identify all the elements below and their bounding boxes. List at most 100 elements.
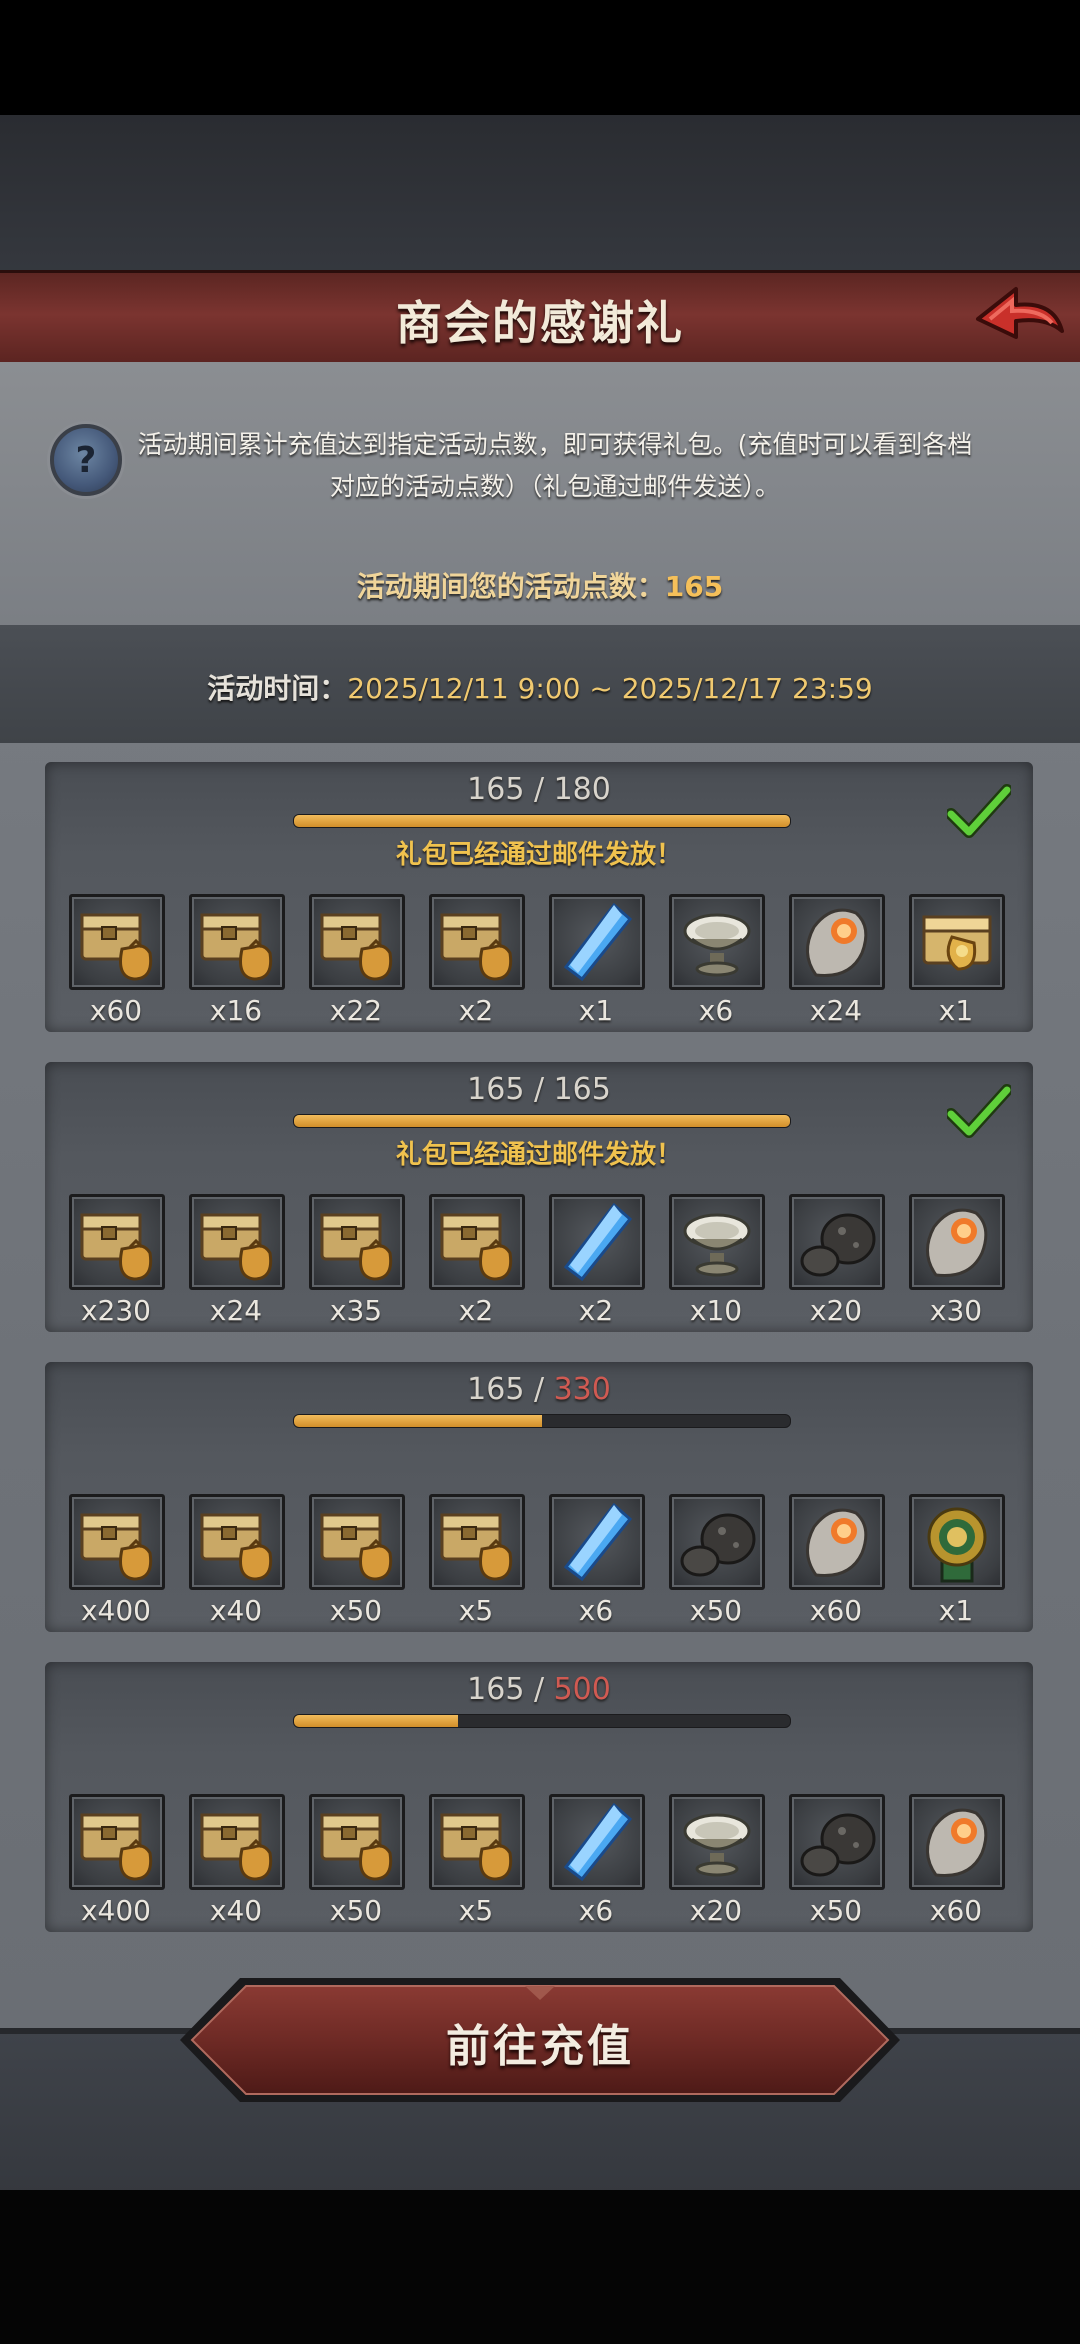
reward-item-quantity: x20 — [689, 1894, 743, 1927]
chest-bag-icon — [189, 1494, 285, 1590]
ore-stone-icon — [909, 1194, 1005, 1290]
silver-bowl-icon — [669, 894, 765, 990]
tier-reward-items: x230 x24 x35 x2 x2 x10 x20 x30 — [69, 1194, 1029, 1327]
reward-item-quantity: x50 — [809, 1894, 863, 1927]
reward-item[interactable]: x400 — [69, 1794, 165, 1927]
gold-chest-icon — [909, 894, 1005, 990]
tier-progress-bar — [293, 814, 791, 828]
help-icon[interactable]: ? — [50, 424, 122, 496]
tier-reward-items: x400 x40 x50 x5 x6 x50 x60 x1 — [69, 1494, 1029, 1627]
reward-item-quantity: x6 — [578, 1894, 614, 1927]
reward-item[interactable]: x10 — [669, 1194, 765, 1327]
reward-tier: 165 / 330 x400 x40 x50 x5 x6 x50 x60 x1 — [45, 1362, 1033, 1632]
chest-bag-icon — [69, 1494, 165, 1590]
chest-bag-icon — [309, 1494, 405, 1590]
tier-progress-fill — [294, 1415, 542, 1427]
reward-item-quantity: x2 — [578, 1294, 614, 1327]
reward-item[interactable]: x2 — [429, 1194, 525, 1327]
reward-item[interactable]: x40 — [189, 1494, 285, 1627]
blue-crystal-icon — [549, 1794, 645, 1890]
reward-item[interactable]: x16 — [189, 894, 285, 1027]
reward-tier: 165 / 165 礼包已经通过邮件发放！ x230 x24 x35 x2 x2 x10 x20… — [45, 1062, 1033, 1332]
event-time-band: 活动时间：2025/12/11 9:00 ~ 2025/12/17 23:59 — [0, 625, 1080, 743]
reward-item-quantity: x40 — [209, 1594, 263, 1627]
reward-item[interactable]: x50 — [789, 1794, 885, 1927]
reward-item[interactable]: x60 — [909, 1794, 1005, 1927]
reward-item[interactable]: x2 — [429, 894, 525, 1027]
ore-stone-icon — [789, 894, 885, 990]
reward-item[interactable]: x35 — [309, 1194, 405, 1327]
tier-reward-items: x400 x40 x50 x5 x6 x20 x50 x60 — [69, 1794, 1029, 1927]
back-arrow-icon[interactable] — [970, 281, 1066, 357]
ore-stone-icon — [789, 1494, 885, 1590]
nav-bar-area — [0, 2190, 1080, 2344]
dark-rock-icon — [789, 1794, 885, 1890]
reward-item-quantity: x230 — [80, 1294, 151, 1327]
reward-item[interactable]: x22 — [309, 894, 405, 1027]
reward-item[interactable]: x20 — [669, 1794, 765, 1927]
ore-stone-icon — [909, 1794, 1005, 1890]
reward-item-quantity: x60 — [89, 994, 143, 1027]
reward-item-quantity: x16 — [209, 994, 263, 1027]
chest-bag-icon — [189, 1194, 285, 1290]
tier-current-points: 165 — [467, 772, 525, 807]
tier-claimed-status: 礼包已经通过邮件发放！ — [395, 840, 682, 870]
reward-item[interactable]: x20 — [789, 1194, 885, 1327]
reward-item[interactable]: x50 — [309, 1794, 405, 1927]
reward-item[interactable]: x60 — [69, 894, 165, 1027]
reward-item-quantity: x40 — [209, 1894, 263, 1927]
tier-target-points: 500 — [553, 1672, 611, 1707]
tier-progress-bar — [293, 1414, 791, 1428]
reward-item-quantity: x2 — [458, 994, 494, 1027]
reward-item-quantity: x1 — [938, 994, 974, 1027]
reward-item[interactable]: x1 — [909, 1494, 1005, 1627]
reward-item[interactable]: x30 — [909, 1194, 1005, 1327]
reward-item-quantity: x60 — [929, 1894, 983, 1927]
reward-item[interactable]: x5 — [429, 1794, 525, 1927]
tier-progress-fill — [294, 1715, 458, 1727]
reward-item[interactable]: x24 — [189, 1194, 285, 1327]
checkmark-icon — [945, 784, 1013, 840]
tier-target-points: 165 — [553, 1072, 611, 1107]
silver-bowl-icon — [669, 1794, 765, 1890]
reward-item-quantity: x6 — [578, 1594, 614, 1627]
event-time: 活动时间：2025/12/11 9:00 ~ 2025/12/17 23:59 — [0, 667, 1080, 707]
reward-item[interactable]: x400 — [69, 1494, 165, 1627]
reward-item[interactable]: x60 — [789, 1494, 885, 1627]
status-bar-area — [0, 0, 1080, 115]
reward-item[interactable]: x1 — [909, 894, 1005, 1027]
reward-item[interactable]: x230 — [69, 1194, 165, 1327]
reward-item[interactable]: x6 — [549, 1794, 645, 1927]
reward-item[interactable]: x40 — [189, 1794, 285, 1927]
reward-item[interactable]: x24 — [789, 894, 885, 1027]
points-value: 165 — [664, 570, 724, 603]
recharge-button-label: 前往充值 — [446, 2021, 634, 2072]
tier-progress-fill — [294, 1115, 790, 1127]
reward-item-quantity: x5 — [458, 1594, 494, 1627]
chest-bag-icon — [189, 1794, 285, 1890]
points-line: 活动期间您的活动点数：165 — [0, 565, 1080, 605]
chest-bag-icon — [309, 1794, 405, 1890]
blue-crystal-icon — [549, 1494, 645, 1590]
reward-item[interactable]: x50 — [669, 1494, 765, 1627]
chest-bag-icon — [429, 1194, 525, 1290]
reward-item-quantity: x30 — [929, 1294, 983, 1327]
reward-item-quantity: x6 — [698, 994, 734, 1027]
checkmark-icon — [945, 1084, 1013, 1140]
reward-item[interactable]: x6 — [669, 894, 765, 1027]
reward-item[interactable]: x5 — [429, 1494, 525, 1627]
reward-item[interactable]: x50 — [309, 1494, 405, 1627]
reward-item[interactable]: x6 — [549, 1494, 645, 1627]
reward-item-quantity: x20 — [809, 1294, 863, 1327]
chest-bag-icon — [429, 894, 525, 990]
chest-bag-icon — [69, 1194, 165, 1290]
event-time-value: 2025/12/11 9:00 ~ 2025/12/17 23:59 — [347, 672, 873, 705]
chest-bag-icon — [69, 1794, 165, 1890]
tier-progress-text: 165 / 500 — [467, 1672, 611, 1707]
tier-reward-items: x60 x16 x22 x2 x1 x6 x24 x1 — [69, 894, 1029, 1027]
lion-medal-icon — [909, 1494, 1005, 1590]
reward-item-quantity: x22 — [329, 994, 383, 1027]
reward-item[interactable]: x1 — [549, 894, 645, 1027]
reward-item[interactable]: x2 — [549, 1194, 645, 1327]
tier-current-points: 165 — [467, 1672, 525, 1707]
